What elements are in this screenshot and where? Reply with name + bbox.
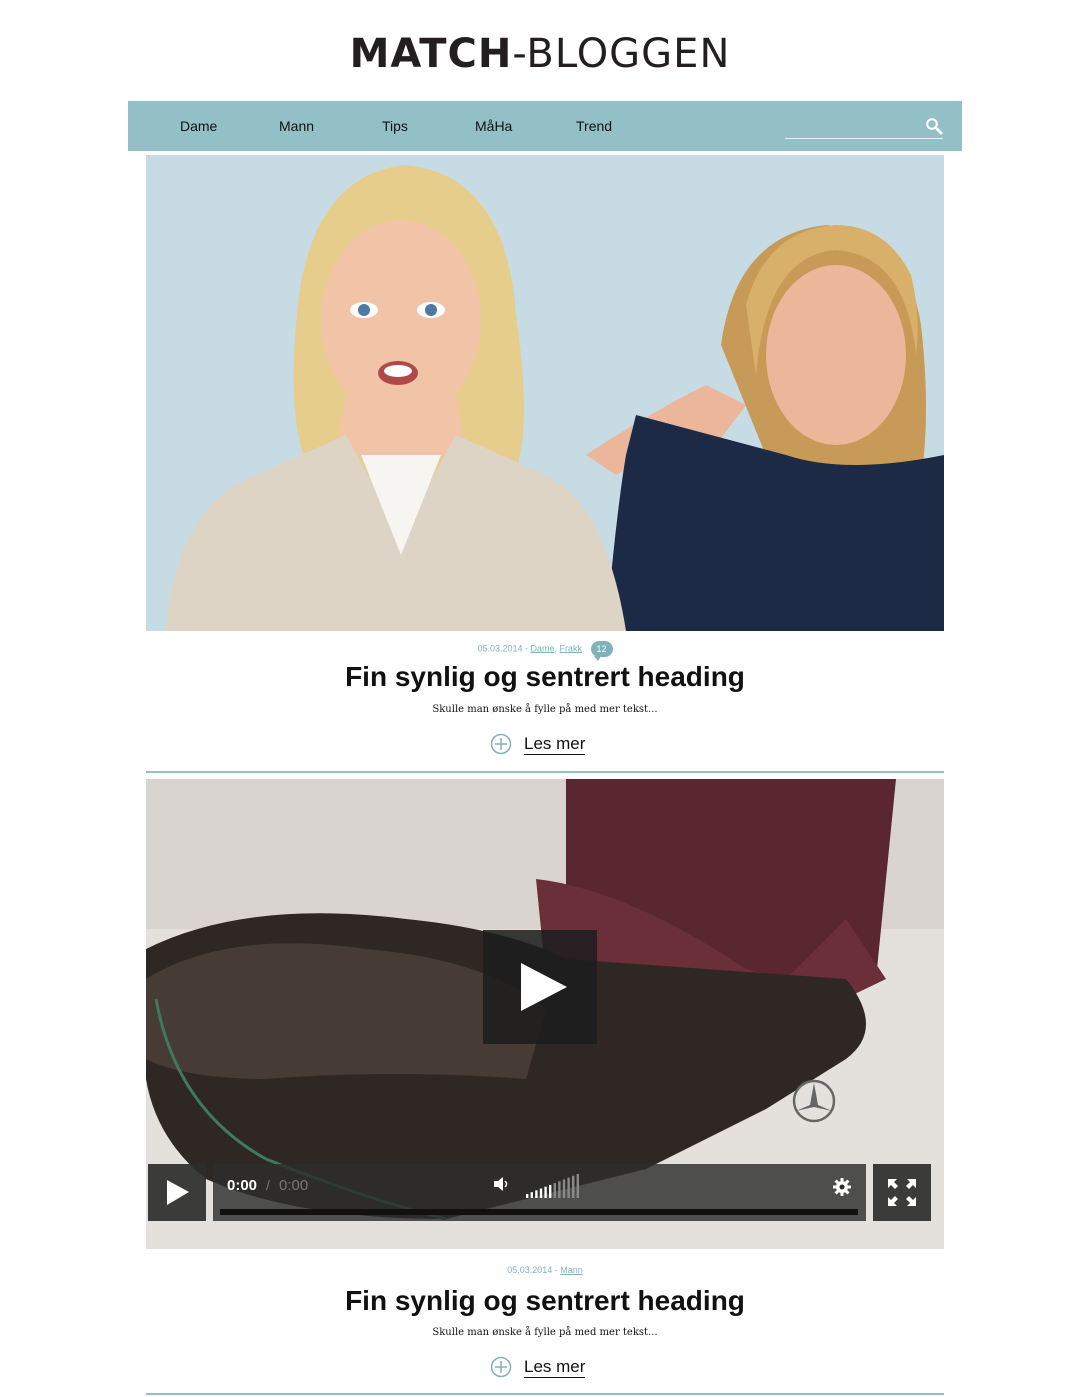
volume-bar: [567, 1177, 570, 1198]
volume-bar: [558, 1181, 561, 1198]
post-title[interactable]: Fin synlig og sentrert heading: [146, 1284, 944, 1318]
blog-post: 05.03.2014 - Dame, Frakk 12 Fin synlig o…: [146, 155, 944, 775]
category-link-dame[interactable]: Dame: [531, 643, 555, 653]
video-control-play[interactable]: [148, 1164, 206, 1221]
volume-icon[interactable]: [492, 1175, 510, 1193]
category-link-frakk[interactable]: Frakk: [560, 643, 583, 653]
plus-circle-icon: [490, 733, 512, 755]
meta-separator: -: [525, 643, 528, 654]
volume-bar: [530, 1192, 533, 1198]
volume-bar: [572, 1175, 575, 1198]
blog-post: 0:00 / 0:00 05.03.2014 - Mann Fin synlig…: [146, 779, 944, 1397]
volume-bar: [539, 1188, 543, 1198]
fullscreen-button[interactable]: [873, 1164, 931, 1221]
video-player[interactable]: 0:00 / 0:00: [146, 779, 944, 1249]
volume-bar: [526, 1194, 529, 1198]
nav-item-dame[interactable]: Dame: [180, 118, 217, 134]
post-divider: [146, 1393, 944, 1395]
search-input[interactable]: [785, 115, 920, 137]
read-more-label: Les mer: [524, 733, 586, 755]
comment-count-badge[interactable]: 12: [590, 641, 613, 661]
post-excerpt: Skulle man ønske å fylle på med mer teks…: [432, 1327, 658, 1338]
volume-bar: [562, 1179, 566, 1198]
post-excerpt: Skulle man ønske å fylle på med mer teks…: [432, 704, 658, 715]
gear-icon[interactable]: [832, 1177, 852, 1197]
plus-circle-icon: [490, 1356, 512, 1378]
nav-item-tips[interactable]: Tips: [382, 118, 408, 134]
volume-bar: [553, 1183, 556, 1198]
volume-bar: [544, 1186, 547, 1198]
read-more-link[interactable]: Les mer: [490, 731, 586, 757]
post-photo-women-in-trench-coats: [146, 155, 944, 631]
fullscreen-icon: [888, 1179, 916, 1206]
volume-bar: [576, 1174, 579, 1198]
video-play-button[interactable]: [483, 930, 597, 1044]
logo-light-text: -BLOGGEN: [512, 31, 731, 77]
play-icon: [521, 963, 567, 1011]
volume-slider[interactable]: [526, 1172, 582, 1198]
play-icon: [167, 1180, 189, 1205]
main-nav: Dame Mann Tips MåHa Trend: [128, 101, 962, 151]
video-duration: 0:00: [279, 1177, 309, 1194]
read-more-link[interactable]: Les mer: [490, 1354, 586, 1380]
post-date: 05.03.2014: [507, 1265, 553, 1275]
post-image[interactable]: [146, 155, 944, 631]
logo-bold-text: MATCH: [349, 31, 513, 77]
search-icon[interactable]: [925, 117, 943, 135]
read-more-label: Les mer: [524, 1356, 586, 1378]
volume-bar: [535, 1190, 538, 1198]
video-progress-bar[interactable]: [220, 1209, 858, 1215]
post-divider: [146, 771, 944, 773]
post-title[interactable]: Fin synlig og sentrert heading: [146, 660, 944, 694]
video-control-bar: 0:00 / 0:00: [213, 1164, 866, 1221]
meta-separator: -: [554, 1265, 558, 1275]
category-link-mann[interactable]: Mann: [560, 1265, 583, 1275]
nav-item-maha[interactable]: MåHa: [475, 118, 512, 134]
post-meta: 05.03.2014 - Dame, Frakk 12: [146, 641, 944, 661]
search-box: [785, 115, 943, 139]
post-date: 05.03.2014: [477, 643, 523, 654]
nav-item-trend[interactable]: Trend: [576, 118, 612, 134]
video-time-separator: /: [266, 1177, 270, 1193]
video-current-time: 0:00: [227, 1177, 258, 1194]
nav-item-mann[interactable]: Mann: [279, 118, 314, 134]
post-meta: 05.03.2014 - Mann: [146, 1264, 944, 1276]
volume-bar: [549, 1184, 552, 1198]
site-logo[interactable]: MATCH-BLOGGEN: [0, 30, 1080, 78]
